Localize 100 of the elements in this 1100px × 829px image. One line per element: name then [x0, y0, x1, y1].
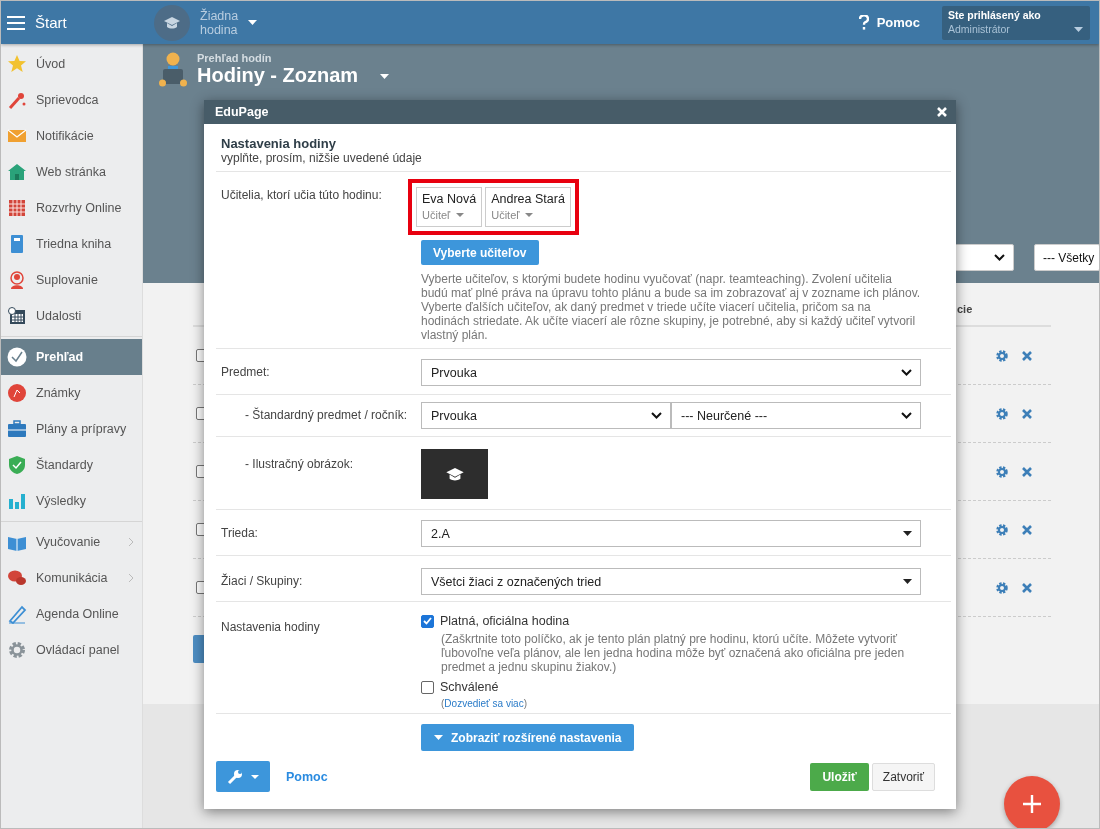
- shield-icon: [7, 455, 27, 475]
- sidebar-item[interactable]: Web stránka: [1, 154, 142, 190]
- column-header: cie: [957, 303, 974, 315]
- graduation-cap-icon: [445, 467, 464, 481]
- add-button[interactable]: [1004, 776, 1060, 828]
- field-label: Učitelia, ktorí učia túto hodinu:: [220, 187, 383, 202]
- delete-icon[interactable]: [1022, 524, 1032, 535]
- students-select[interactable]: Všetci žiaci z označených tried: [421, 568, 921, 595]
- field-label: Nastavenia hodiny: [220, 619, 321, 634]
- dialog-subheading: vyplňte, prosím, nižšie uvedené údaje: [221, 151, 423, 165]
- star-icon: [7, 54, 27, 74]
- grade-select[interactable]: --- Neurčené ---: [671, 402, 921, 429]
- settings-icon[interactable]: [996, 407, 1008, 420]
- user-menu[interactable]: Ste prihlásený ako Administrátor: [942, 5, 1090, 40]
- standard-subject-select[interactable]: Prvouka: [421, 402, 671, 429]
- teacher-chip[interactable]: Andrea Stará Učiteľ: [485, 187, 571, 227]
- checkbox[interactable]: [421, 680, 434, 694]
- speech-bubble-icon: [7, 568, 27, 588]
- chevron-icon: [901, 369, 912, 376]
- sidebar-item[interactable]: Úvod: [1, 46, 142, 82]
- plus-icon: [1023, 795, 1041, 813]
- lesson-avatar[interactable]: [154, 4, 190, 41]
- chevron-icon: [901, 412, 912, 419]
- calendar-icon: [7, 306, 27, 326]
- sidebar-item[interactable]: Vyučovanie: [1, 524, 142, 560]
- bar-chart-icon: [7, 491, 27, 511]
- tools-button[interactable]: [216, 761, 270, 792]
- caret-icon: [903, 579, 912, 584]
- close-button[interactable]: Zatvoriť: [871, 762, 935, 791]
- caret-icon: [251, 774, 259, 779]
- field-label: Trieda:: [220, 525, 259, 540]
- magic-wand-icon: [7, 90, 27, 110]
- checkbox[interactable]: [421, 614, 434, 628]
- person-icon: [7, 270, 27, 290]
- help-text: Vyberte učiteľov, s ktorými budete hodinu vyučovať (napr. teamteaching). Zvolení učitelia budú mať plné práva na úpravu tohto plánu a bude sa im zobrazovať aj v zozname ich plánov. Vyberte ďalších učiteľov, ak daný predmet v triede učíte viacerí učitelia, pričom sa na hodinách striedate. Ak učíte viacerí ale rôzne skupiny, je potrebné, aby si každý učiteľ vytvoril vlastný plán.: [421, 272, 921, 342]
- sidebar-item[interactable]: Sprievodca: [1, 82, 142, 118]
- settings-icon[interactable]: [996, 465, 1008, 478]
- caret-icon: [434, 735, 443, 740]
- calendar-grid-icon: [7, 198, 27, 218]
- field-label: Predmet:: [220, 364, 271, 379]
- chevron-icon: [651, 412, 662, 419]
- illustration-image[interactable]: [421, 449, 488, 499]
- class-select[interactable]: 2.A: [421, 520, 921, 547]
- chevron-icon: [994, 254, 1005, 261]
- settings-icon[interactable]: [996, 349, 1008, 362]
- sidebar-item[interactable]: Rozvrhy Online: [1, 190, 142, 226]
- pen-icon: [7, 604, 27, 624]
- gear-icon: [7, 640, 27, 660]
- caret-icon: [1074, 26, 1083, 32]
- dialog-title: EduPage: [215, 105, 269, 119]
- wrench-icon: [227, 768, 243, 785]
- sidebar-item[interactable]: Suplovanie: [1, 262, 142, 298]
- settings-icon[interactable]: [996, 523, 1008, 536]
- field-label: Žiaci / Skupiny:: [220, 572, 304, 588]
- field-label: - Štandardný predmet / ročník:: [244, 406, 409, 422]
- close-icon[interactable]: [937, 107, 947, 117]
- checkbox-label[interactable]: Schválené: [440, 680, 499, 694]
- dialog-heading: Nastavenia hodiny: [221, 136, 337, 151]
- checkbox-label[interactable]: Platná, oficiálna hodina: [440, 614, 570, 628]
- field-label: - Ilustračný obrázok:: [244, 456, 355, 471]
- sidebar-item[interactable]: Udalosti: [1, 298, 142, 334]
- sidebar-item[interactable]: Výsledky: [1, 483, 142, 519]
- help-link[interactable]: Pomoc: [286, 769, 328, 784]
- sidebar-item[interactable]: Komunikácia: [1, 560, 142, 596]
- settings-icon[interactable]: [996, 581, 1008, 594]
- checkmark-icon: [7, 347, 27, 367]
- teacher-chip[interactable]: Eva Nová Učiteľ: [416, 187, 483, 227]
- menu-icon[interactable]: [7, 15, 25, 30]
- delete-icon[interactable]: [1022, 582, 1032, 593]
- sidebar-item[interactable]: Plány a prípravy: [1, 411, 142, 447]
- caret-icon: [456, 213, 465, 217]
- help-text: (Zaškrtnite toto políčko, ak je tento plán platný pre hodinu, ktorú učíte. Môžete vytvoriť ľubovoľne veľa plánov, ale len jedna hodina môže byť označená ako oficiálna pre jeden predmet a jednu skupinu žiakov.): [441, 632, 906, 674]
- caret-icon: [248, 20, 258, 25]
- sidebar-item[interactable]: Prehľad: [1, 339, 142, 375]
- circle-icon: [7, 383, 27, 403]
- sidebar-item[interactable]: Agenda Online: [1, 596, 142, 632]
- sidebar-item[interactable]: Ovládací panel: [1, 632, 142, 668]
- graduation-cap-icon: [164, 16, 180, 29]
- sidebar-item[interactable]: Notifikácie: [1, 118, 142, 154]
- caret-icon: [525, 213, 534, 217]
- filter-select[interactable]: --- Všetky: [1034, 244, 1099, 271]
- learn-more-note: (Dozvedieť sa viac): [441, 698, 529, 709]
- delete-icon[interactable]: [1022, 350, 1032, 361]
- page-title: Hodiny - Zoznam: [197, 64, 359, 87]
- caret-icon: [903, 531, 912, 536]
- sidebar-item[interactable]: Známky: [1, 375, 142, 411]
- briefcase-icon: [7, 419, 27, 439]
- subject-select[interactable]: Prvouka: [421, 359, 921, 386]
- sidebar-item[interactable]: Triedna kniha: [1, 226, 142, 262]
- house-icon: [7, 162, 27, 182]
- sidebar-item[interactable]: Štandardy: [1, 447, 142, 483]
- caret-icon: [380, 74, 390, 79]
- help-link[interactable]: Pomoc: [876, 15, 920, 30]
- start-label[interactable]: Štart: [35, 14, 67, 31]
- teacher-icon: [159, 52, 187, 88]
- help-icon[interactable]: [858, 15, 869, 30]
- learn-more-link[interactable]: Dozvedieť sa viac: [444, 698, 524, 709]
- delete-icon[interactable]: [1022, 408, 1032, 419]
- delete-icon[interactable]: [1022, 466, 1032, 477]
- breadcrumb: Prehľad hodín: [197, 52, 273, 64]
